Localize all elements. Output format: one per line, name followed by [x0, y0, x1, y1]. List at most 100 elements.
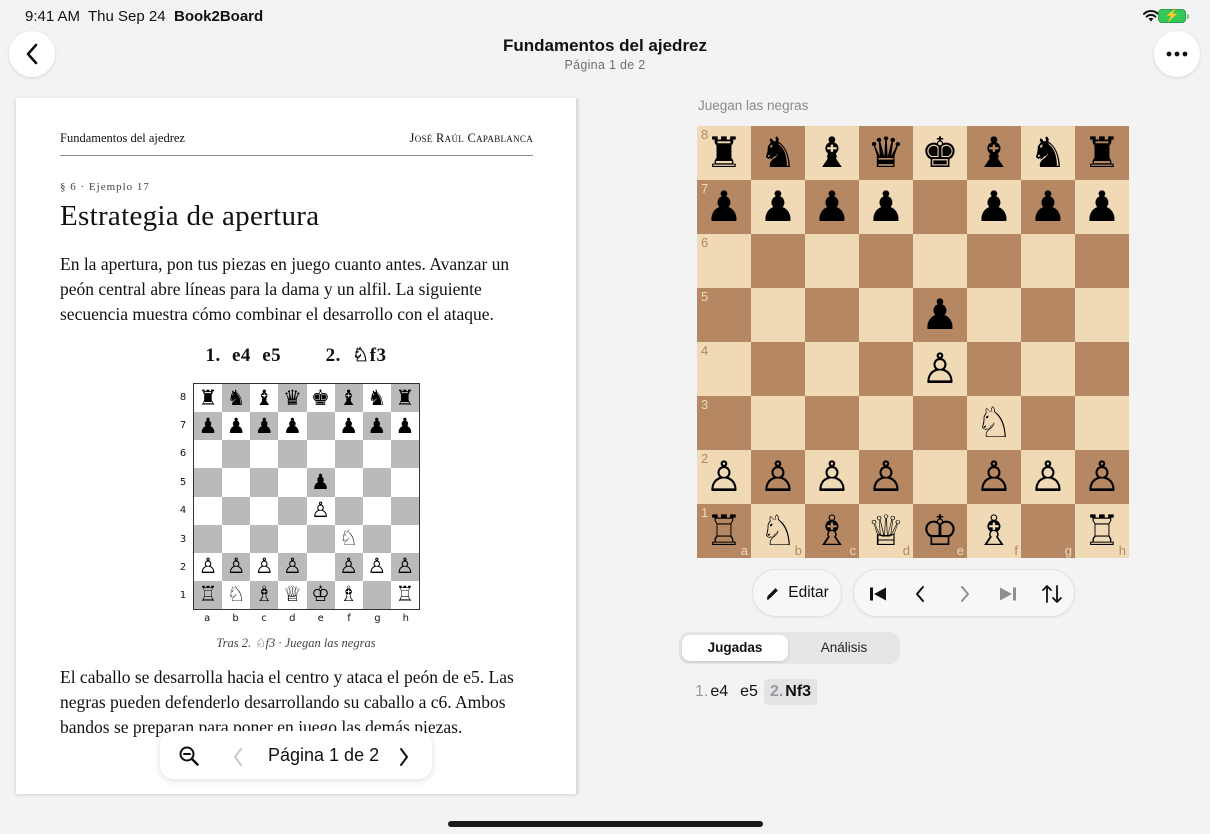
square-b5[interactable]	[751, 288, 805, 342]
square-h8[interactable]: ♜	[1075, 126, 1129, 180]
square-f5[interactable]	[967, 288, 1021, 342]
square-a2[interactable]: 2 ♙	[697, 450, 751, 504]
square-h5[interactable]	[1075, 288, 1129, 342]
square-d7[interactable]: ♟	[859, 180, 913, 234]
square-f1[interactable]: f ♗	[967, 504, 1021, 558]
square-c5[interactable]	[805, 288, 859, 342]
black-queen-piece[interactable]: ♛	[867, 132, 905, 174]
white-pawn-piece[interactable]: ♙	[1083, 456, 1121, 498]
square-b4[interactable]	[751, 342, 805, 396]
white-bishop-piece[interactable]: ♗	[813, 510, 851, 552]
square-g5[interactable]	[1021, 288, 1075, 342]
square-b7[interactable]: ♟	[751, 180, 805, 234]
square-a6[interactable]: 6	[697, 234, 751, 288]
more-button[interactable]	[1154, 31, 1200, 77]
move-item[interactable]: 1. e4	[689, 679, 734, 705]
square-c8[interactable]: ♝	[805, 126, 859, 180]
square-d1[interactable]: d ♕	[859, 504, 913, 558]
black-pawn-piece[interactable]: ♟	[867, 186, 905, 228]
white-pawn-piece[interactable]: ♙	[921, 348, 959, 390]
black-bishop-piece[interactable]: ♝	[975, 132, 1013, 174]
square-f2[interactable]: ♙	[967, 450, 1021, 504]
square-b3[interactable]	[751, 396, 805, 450]
square-g3[interactable]	[1021, 396, 1075, 450]
move-item[interactable]: 2. Nf3	[763, 679, 818, 705]
previous-page-button[interactable]	[232, 747, 244, 767]
black-pawn-piece[interactable]: ♟	[705, 186, 743, 228]
square-f3[interactable]: ♘	[967, 396, 1021, 450]
white-knight-piece[interactable]: ♘	[975, 402, 1013, 444]
tab-analysis[interactable]: Análisis	[791, 635, 897, 661]
square-d6[interactable]	[859, 234, 913, 288]
square-e1[interactable]: e ♔	[913, 504, 967, 558]
square-h7[interactable]: ♟	[1075, 180, 1129, 234]
black-pawn-piece[interactable]: ♟	[921, 294, 959, 336]
move-item[interactable]: e5	[734, 679, 764, 705]
square-g1[interactable]: g	[1021, 504, 1075, 558]
square-d3[interactable]	[859, 396, 913, 450]
square-c3[interactable]	[805, 396, 859, 450]
black-knight-piece[interactable]: ♞	[1029, 132, 1067, 174]
square-h2[interactable]: ♙	[1075, 450, 1129, 504]
square-a8[interactable]: 8 ♜	[697, 126, 751, 180]
square-e2[interactable]	[913, 450, 967, 504]
square-b6[interactable]	[751, 234, 805, 288]
white-knight-piece[interactable]: ♘	[759, 510, 797, 552]
square-f4[interactable]	[967, 342, 1021, 396]
white-pawn-piece[interactable]: ♙	[975, 456, 1013, 498]
tab-moves[interactable]: Jugadas	[682, 635, 788, 661]
black-pawn-piece[interactable]: ♟	[975, 186, 1013, 228]
interactive-chessboard[interactable]: 8 ♜ ♞ ♝ ♛ ♚ ♝ ♞ ♜ 7 ♟ ♟ ♟ ♟ ♟ ♟ ♟ 6 5 ♟ 4 ♙ 3 ♘ 2 ♙ ♙ ♙ ♙ ♙ ♙ ♙ 1 a ♖ b ♘ c ♗ d…	[697, 126, 1129, 558]
black-bishop-piece[interactable]: ♝	[813, 132, 851, 174]
square-b8[interactable]: ♞	[751, 126, 805, 180]
white-king-piece[interactable]: ♔	[921, 510, 959, 552]
square-f7[interactable]: ♟	[967, 180, 1021, 234]
next-page-button[interactable]	[398, 747, 410, 767]
white-pawn-piece[interactable]: ♙	[759, 456, 797, 498]
square-b2[interactable]: ♙	[751, 450, 805, 504]
square-d2[interactable]: ♙	[859, 450, 913, 504]
white-bishop-piece[interactable]: ♗	[975, 510, 1013, 552]
square-a7[interactable]: 7 ♟	[697, 180, 751, 234]
black-pawn-piece[interactable]: ♟	[1029, 186, 1067, 228]
square-d5[interactable]	[859, 288, 913, 342]
edit-button[interactable]: Editar	[752, 569, 842, 617]
square-d4[interactable]	[859, 342, 913, 396]
square-e8[interactable]: ♚	[913, 126, 967, 180]
white-pawn-piece[interactable]: ♙	[813, 456, 851, 498]
square-h3[interactable]	[1075, 396, 1129, 450]
black-pawn-piece[interactable]: ♟	[759, 186, 797, 228]
square-c1[interactable]: c ♗	[805, 504, 859, 558]
white-pawn-piece[interactable]: ♙	[867, 456, 905, 498]
last-move-button[interactable]	[996, 582, 1020, 606]
previous-move-button[interactable]	[908, 582, 932, 606]
square-c2[interactable]: ♙	[805, 450, 859, 504]
white-pawn-piece[interactable]: ♙	[1029, 456, 1067, 498]
square-a5[interactable]: 5	[697, 288, 751, 342]
square-c7[interactable]: ♟	[805, 180, 859, 234]
square-g4[interactable]	[1021, 342, 1075, 396]
white-pawn-piece[interactable]: ♙	[705, 456, 743, 498]
zoom-out-icon[interactable]	[178, 745, 200, 767]
square-h6[interactable]	[1075, 234, 1129, 288]
black-king-piece[interactable]: ♚	[921, 132, 959, 174]
square-e6[interactable]	[913, 234, 967, 288]
square-a4[interactable]: 4	[697, 342, 751, 396]
square-g6[interactable]	[1021, 234, 1075, 288]
square-d8[interactable]: ♛	[859, 126, 913, 180]
black-rook-piece[interactable]: ♜	[705, 132, 743, 174]
white-rook-piece[interactable]: ♖	[705, 510, 743, 552]
square-g2[interactable]: ♙	[1021, 450, 1075, 504]
square-f6[interactable]	[967, 234, 1021, 288]
square-a1[interactable]: 1 a ♖	[697, 504, 751, 558]
square-a3[interactable]: 3	[697, 396, 751, 450]
square-h4[interactable]	[1075, 342, 1129, 396]
black-pawn-piece[interactable]: ♟	[1083, 186, 1121, 228]
white-rook-piece[interactable]: ♖	[1083, 510, 1121, 552]
square-g7[interactable]: ♟	[1021, 180, 1075, 234]
square-h1[interactable]: h ♖	[1075, 504, 1129, 558]
black-pawn-piece[interactable]: ♟	[813, 186, 851, 228]
first-move-button[interactable]	[866, 582, 890, 606]
black-rook-piece[interactable]: ♜	[1083, 132, 1121, 174]
square-g8[interactable]: ♞	[1021, 126, 1075, 180]
